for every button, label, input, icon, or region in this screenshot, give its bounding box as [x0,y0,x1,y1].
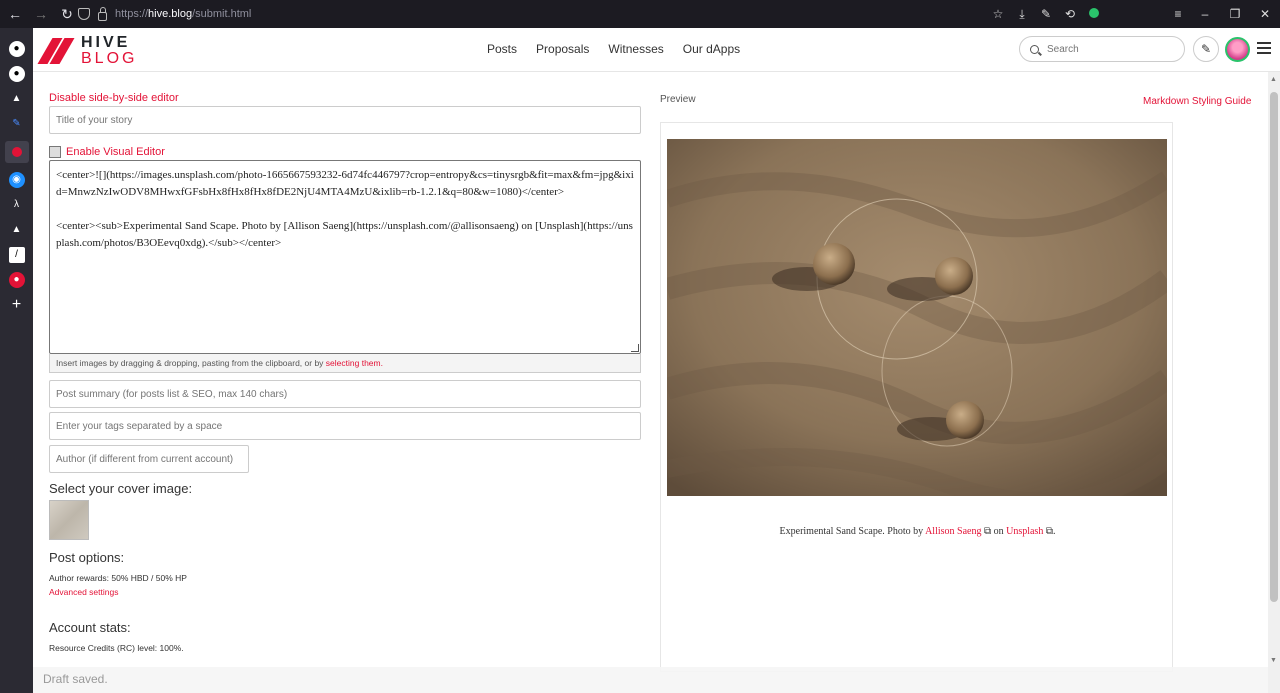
notification-icon[interactable]: ● [8,271,25,288]
inbox-icon[interactable]: ▲ [9,222,25,238]
upload-hint-text: Insert images by dragging & dropping, pa… [56,358,326,368]
visual-editor-checkbox[interactable] [49,146,61,158]
history-icon[interactable]: ⟲ [1058,7,1082,21]
edit-icon[interactable]: ✎ [9,116,25,132]
advanced-settings-link[interactable]: Advanced settings [49,587,118,597]
browser-toolbar: ← → ↻ https://hive.blog/submit.html ☆ ⤓ … [0,0,1280,28]
extension-icon[interactable] [1082,7,1106,21]
summary-input[interactable] [49,380,641,408]
post-options-heading: Post options: [49,550,125,565]
submit-page: Disable side-by-side editor Enable Visua… [33,72,1280,693]
shield-icon[interactable] [78,8,90,20]
write-post-button[interactable]: ✎ [1193,36,1219,62]
title-input[interactable] [49,106,641,134]
hamburger-menu-icon[interactable] [1257,42,1271,54]
slash-icon[interactable]: / [8,246,25,263]
image-upload-hint: Insert images by dragging & dropping, pa… [49,354,641,373]
inbox-icon[interactable]: ▲ [9,91,25,107]
search-icon [1030,44,1039,54]
visual-editor-label[interactable]: Enable Visual Editor [66,146,165,158]
lambda-icon[interactable]: λ [9,197,25,213]
back-icon[interactable]: ← [4,6,26,22]
wrench-icon[interactable]: ✎ [1034,7,1058,21]
main-nav: Posts Proposals Witnesses Our dApps [487,42,759,56]
scroll-down-icon[interactable]: ▼ [1270,657,1277,664]
hive-icon[interactable] [4,140,29,163]
minimize-icon[interactable]: – [1190,7,1220,21]
scroll-up-icon[interactable]: ▲ [1270,76,1277,83]
url-protocol: https:// [115,8,149,20]
search-input[interactable] [1047,43,1167,55]
preview-image [667,139,1167,496]
cover-image-thumbnail[interactable] [49,500,89,540]
markdown-guide-link[interactable]: Markdown Styling Guide [1143,96,1251,107]
firefox-icon[interactable]: ◉ [8,171,25,188]
disable-side-by-side-link[interactable]: Disable side-by-side editor [49,92,179,104]
forward-icon[interactable]: → [30,6,52,22]
visual-editor-toggle[interactable]: Enable Visual Editor [49,146,165,158]
post-body-textarea[interactable]: <center>![](https://images.unsplash.com/… [49,160,641,354]
nav-our-dapps[interactable]: Our dApps [683,42,740,56]
url-bar[interactable]: https://hive.blog/submit.html [78,3,988,25]
download-icon[interactable]: ⤓ [1010,7,1034,22]
hive-logo-icon [37,36,75,66]
select-images-link[interactable]: selecting them. [326,358,383,368]
author-input[interactable] [49,445,249,473]
browser-sidebar: ● ● ▲ ✎ ◉ λ ▲ / ● + [0,28,33,693]
url-path: /submit.html [192,8,252,20]
cover-image-heading: Select your cover image: [49,481,193,496]
draft-status: Draft saved. [43,672,108,686]
add-icon[interactable]: + [9,296,25,313]
nav-witnesses[interactable]: Witnesses [608,42,663,56]
github-icon[interactable]: ● [8,65,25,82]
close-window-icon[interactable]: ✕ [1250,7,1280,21]
logo-text-hive: HIVE [81,34,131,51]
restore-icon[interactable]: ❐ [1220,7,1250,21]
status-strip [33,667,1268,693]
caption-mid: on [991,526,1007,537]
menu-icon[interactable]: ≡ [1166,7,1190,21]
caption-site-link[interactable]: Unsplash [1006,526,1043,537]
external-link-icon: ⧉ [981,526,992,537]
page-scrollbar[interactable]: ▲ ▼ [1268,72,1280,693]
logo-text-blog: BLOG [81,50,138,67]
author-rewards-text: Author rewards: 50% HBD / 50% HP [49,573,187,583]
nav-posts[interactable]: Posts [487,42,517,56]
external-link-icon: ⧉ [1043,526,1053,537]
user-avatar[interactable] [1225,37,1250,62]
caption-suffix: . [1052,526,1056,537]
url-host: hive.blog [148,8,193,20]
account-stats-heading: Account stats: [49,620,131,635]
nav-proposals[interactable]: Proposals [536,42,589,56]
bookmark-star-icon[interactable]: ☆ [986,7,1010,21]
search-box[interactable] [1019,36,1185,62]
preview-label: Preview [660,94,696,105]
caption-prefix: Experimental Sand Scape. Photo by [779,526,926,537]
caption-author-link[interactable]: Allison Saeng [925,526,981,537]
scroll-thumb[interactable] [1270,92,1278,602]
reload-icon[interactable]: ↻ [56,6,78,23]
preview-caption: Experimental Sand Scape. Photo by Alliso… [661,526,1174,537]
tags-input[interactable] [49,412,641,440]
preview-pane: Experimental Sand Scape. Photo by Alliso… [660,122,1173,672]
hive-blog-logo[interactable]: HIVE BLOG [37,34,138,67]
lock-icon[interactable] [98,6,107,21]
github-icon[interactable]: ● [8,40,25,57]
pencil-icon: ✎ [1200,42,1212,56]
rc-level-text: Resource Credits (RC) level: 100%. [49,643,184,653]
site-header: HIVE BLOG Posts Proposals Witnesses Our … [33,28,1280,72]
